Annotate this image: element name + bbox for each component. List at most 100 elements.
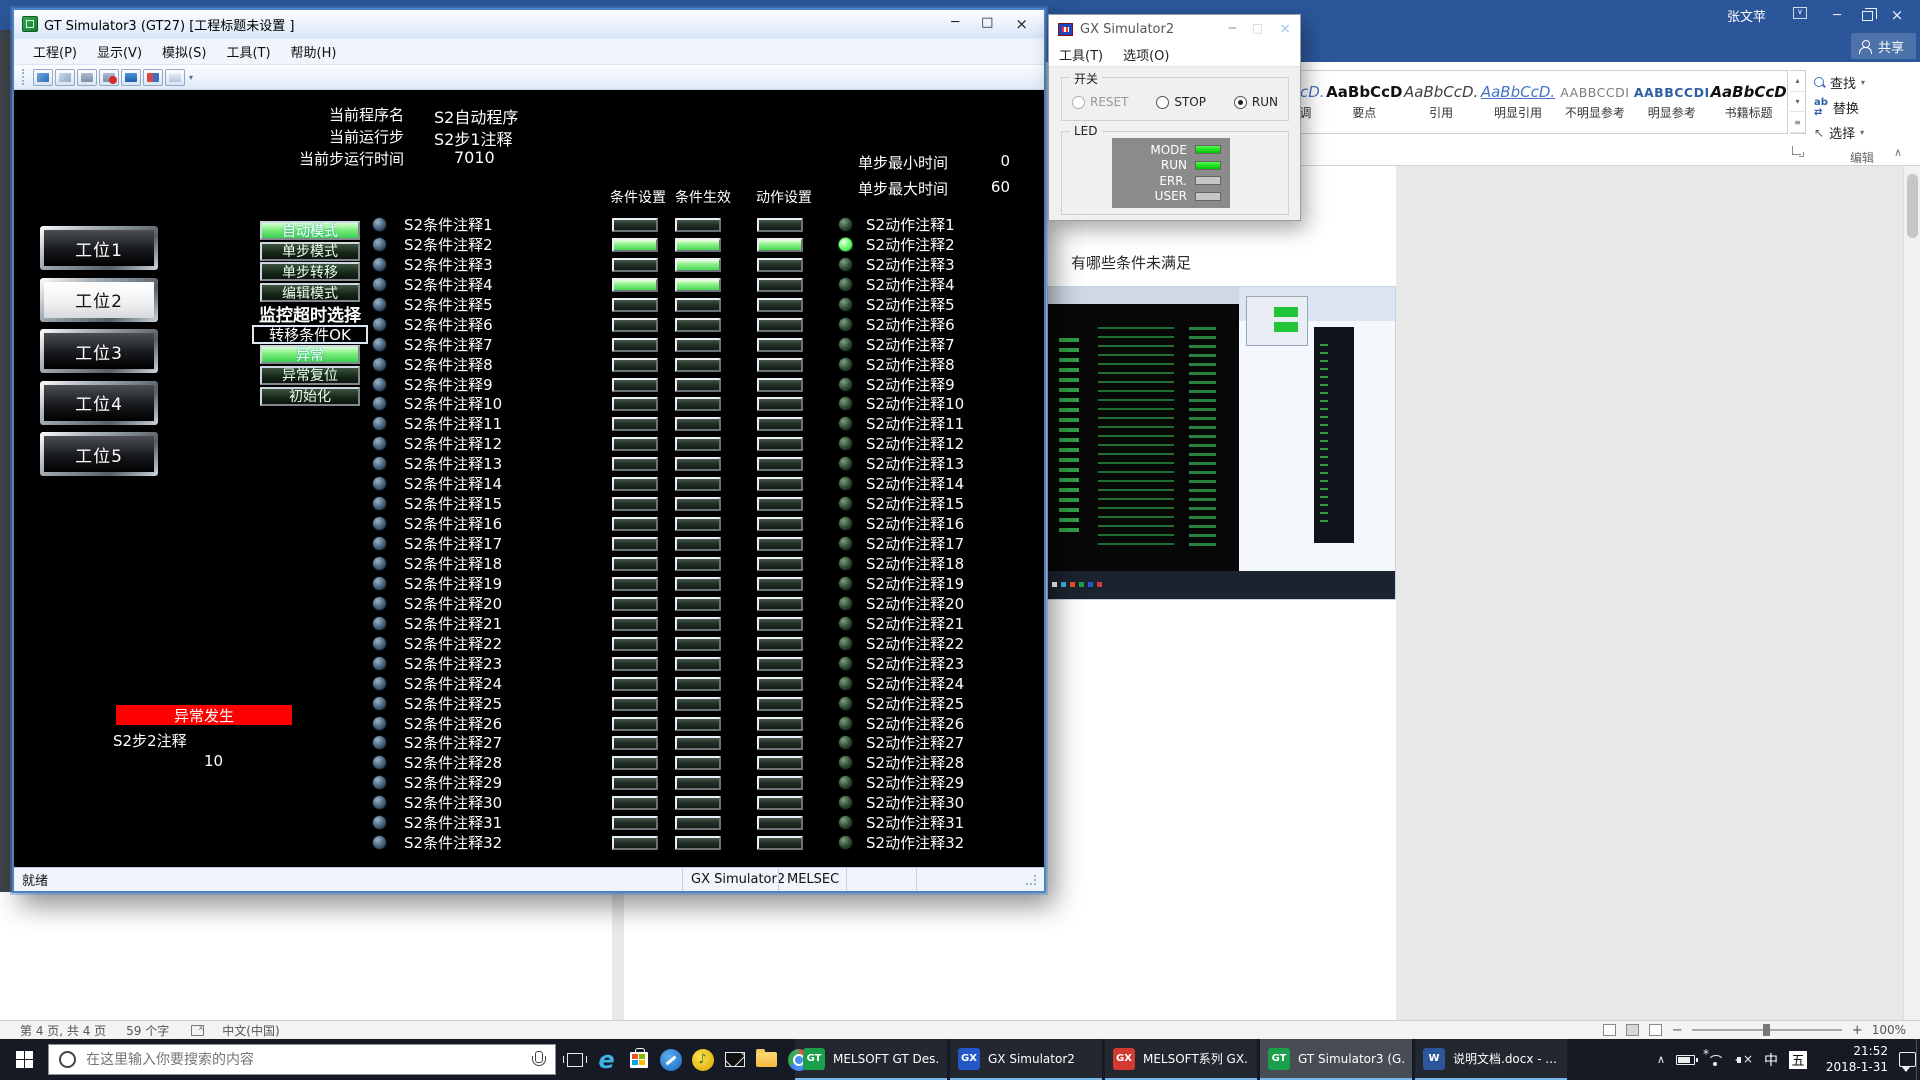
maximize-button[interactable]: □ [981,15,993,33]
menu-item[interactable]: 帮助(H) [282,39,346,64]
menu-item[interactable]: 模拟(S) [153,39,215,64]
battery-icon[interactable] [1676,1055,1695,1065]
wifi-icon[interactable] [1706,1053,1724,1067]
gx-title-bar[interactable]: GX Simulator2 ─ □ × [1049,15,1300,43]
minimize-button[interactable]: ─ [1822,8,1852,23]
settings-tool-icon[interactable] [658,1047,683,1072]
open-project-icon[interactable] [33,69,53,86]
setup-icon[interactable] [165,69,185,86]
action-indicator [838,636,853,651]
taskbar-app-button[interactable]: W 说明文档.docx - ... [1415,1039,1567,1080]
select-button[interactable]: ↖ 选择 ▾ [1814,120,1910,145]
style-gallery-item[interactable]: AaBbCcD. 明显引用 [1480,71,1557,133]
minimize-button[interactable]: ─ [1229,21,1236,37]
tray-expand-icon[interactable]: ∧ [1657,1053,1665,1066]
radio-option[interactable]: RESET [1072,95,1128,109]
print-layout-icon[interactable] [1626,1024,1639,1036]
gt-title-bar[interactable]: GT Simulator3 (GT27) [工程标题未设置 ] ─ □ × [14,10,1044,38]
condition-set-bar [612,557,658,571]
device-monitor-icon[interactable] [143,69,163,86]
collapse-ribbon-icon[interactable]: ∧ [1894,146,1902,159]
proofing-icon[interactable] [191,1025,204,1036]
style-gallery-item[interactable]: AaBbCcD. 引用 [1403,71,1480,133]
condition-label: S2条件注释4 [404,276,493,294]
ime-language-indicator[interactable]: 中 [1764,1050,1778,1070]
taskbar-app-button[interactable]: GX MELSOFT系列 GX... [1105,1039,1257,1080]
search-input[interactable] [86,1052,521,1068]
condition-label: S2条件注释32 [404,834,502,852]
condition-label: S2条件注释22 [404,635,502,653]
ime-mode-indicator[interactable]: 五 [1789,1051,1807,1069]
minimize-button[interactable]: ─ [951,15,959,33]
style-gallery-item[interactable]: AABBCCDI 明显参考 [1633,71,1710,133]
start-button[interactable] [0,1039,48,1080]
account-name[interactable]: 张文苹 [1727,6,1766,25]
menu-item[interactable]: 工具(T) [1059,45,1103,64]
stop-monitor-icon[interactable] [99,69,119,86]
word-count[interactable]: 59 个字 [126,1022,169,1039]
find-button[interactable]: 查找 ▾ [1814,70,1910,95]
gallery-scroll-icon[interactable]: ▾ [1790,92,1805,113]
gallery-scroll-icon[interactable]: ≡ [1790,112,1805,133]
notification-center-icon[interactable] [1899,1052,1916,1067]
close-button[interactable]: × [1279,21,1291,37]
read-mode-icon[interactable] [1603,1024,1616,1036]
style-gallery-item[interactable]: AaBbCcD 书籍标题 [1710,71,1787,133]
styles-dialog-launcher-icon[interactable] [1792,146,1801,155]
menu-item[interactable]: 工程(P) [24,39,86,64]
taskbar-app-button[interactable]: GX GX Simulator2 [950,1039,1102,1080]
taskbar-app-button[interactable]: GT MELSOFT GT Des... [795,1039,947,1080]
scrollbar-thumb[interactable] [1907,174,1918,238]
vertical-scrollbar[interactable] [1903,166,1920,1020]
show-desktop-button[interactable] [1916,1039,1920,1080]
menu-item[interactable]: 工具(T) [217,39,279,64]
taskbar-app-button[interactable]: GT GT Simulator3 (G... [1260,1039,1412,1080]
ribbon-display-options-icon[interactable] [1792,7,1822,23]
task-view-button[interactable] [562,1047,587,1072]
microphone-icon[interactable] [531,1051,545,1069]
screen-image-icon[interactable] [121,69,141,86]
gt-toolbar: ▾ [14,64,1044,90]
music-icon[interactable]: ♪ [690,1047,715,1072]
condition-set-bar [612,477,658,491]
style-gallery-item[interactable]: AABBCCDI 不明显参考 [1556,71,1633,133]
close-button[interactable]: × [1882,6,1912,24]
style-label: 要点 [1352,104,1376,121]
language-indicator[interactable]: 中文(中国) [222,1022,279,1039]
radio-option[interactable]: RUN [1234,95,1278,109]
resize-grip[interactable] [1026,875,1036,885]
save-project-icon[interactable] [55,69,75,86]
zoom-slider-thumb[interactable] [1763,1024,1770,1036]
volume-muted-icon[interactable] [1735,1053,1753,1067]
monitor-icon[interactable] [77,69,97,86]
gallery-scroll-icon[interactable]: ▴ [1790,71,1805,92]
action-indicator [838,696,853,711]
store-icon[interactable] [626,1047,651,1072]
toolbar-overflow-icon[interactable]: ▾ [189,73,193,82]
mail-icon[interactable] [722,1047,747,1072]
close-button[interactable]: × [1015,15,1028,33]
zoom-in-button[interactable]: + [1852,1023,1862,1038]
menu-item[interactable]: 选项(O) [1123,45,1169,64]
zoom-level[interactable]: 100% [1872,1023,1906,1037]
page-count[interactable]: 第 4 页, 共 4 页 [20,1022,106,1039]
edge-icon[interactable]: e [594,1047,619,1072]
radio-option[interactable]: STOP [1156,95,1206,109]
zoom-slider[interactable] [1692,1029,1842,1031]
menu-item[interactable]: 显示(V) [88,39,151,64]
restore-button[interactable] [1852,6,1882,25]
maximize-button[interactable]: □ [1252,21,1263,37]
embedded-screenshot-image[interactable] [1047,286,1396,600]
toolbar-grip[interactable] [22,69,26,85]
taskbar-search[interactable] [48,1044,556,1075]
replace-button[interactable]: ab⇄ 替换 [1814,95,1910,120]
condition-active-bar [675,677,721,691]
file-explorer-icon[interactable] [754,1047,779,1072]
share-button[interactable]: 共享 [1851,33,1916,59]
condition-indicator [372,277,387,292]
style-gallery-item[interactable]: AaBbCcD 要点 [1326,71,1403,133]
zoom-out-button[interactable]: − [1672,1023,1682,1038]
web-layout-icon[interactable] [1649,1024,1662,1036]
cursor-icon: ↖ [1814,126,1824,140]
clock[interactable]: 21:52 2018-1-31 [1818,1044,1888,1075]
